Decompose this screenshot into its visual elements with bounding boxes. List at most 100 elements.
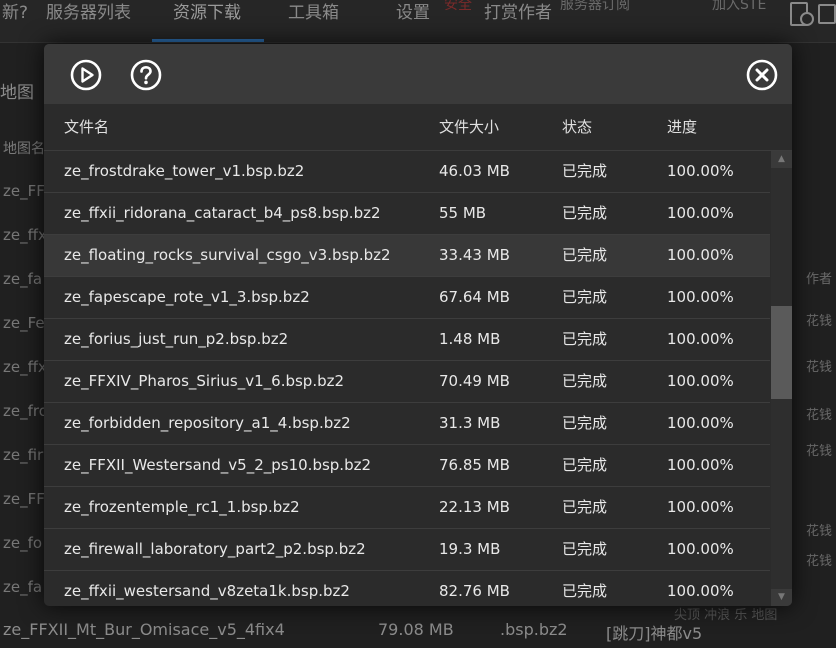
bg-bottom-map-desc: [跳刀]神都v5 [606, 624, 703, 643]
scrollbar-track[interactable] [771, 168, 792, 589]
download-status: 已完成 [562, 540, 608, 558]
tab-settings[interactable]: 设置 [396, 0, 430, 40]
download-progress: 100.00% [667, 372, 734, 390]
download-table-body[interactable]: ze_frostdrake_tower_v1.bsp.bz2 46.03 MB … [44, 151, 770, 606]
bg-bottom-map-size: 79.08 MB [378, 620, 454, 639]
red-label-fragment: 安全 [444, 0, 472, 13]
vertical-scrollbar[interactable]: ▲ ▼ [771, 151, 792, 606]
tab-server-list[interactable]: 服务器列表 [46, 0, 131, 40]
file-name: ze_forius_just_run_p2.bsp.bz2 [64, 330, 289, 348]
bg-desc-fragment: 花钱 [806, 554, 833, 569]
bg-desc-fragment: 花钱 [806, 314, 833, 329]
tab-toolbox[interactable]: 工具箱 [288, 0, 339, 40]
dialog-toolbar [44, 44, 792, 104]
scrollbar-thumb[interactable] [771, 306, 792, 399]
scroll-up-arrow-icon[interactable]: ▲ [771, 151, 792, 168]
bg-desc-fragment: 花钱 [806, 524, 833, 539]
bg-map-row[interactable]: ze_fa [3, 270, 42, 288]
download-status: 已完成 [562, 246, 608, 264]
file-size: 19.3 MB [439, 540, 501, 558]
close-circle-icon[interactable] [746, 59, 778, 91]
bg-map-row[interactable]: ze_Fe [3, 314, 45, 332]
table-header: 文件名 文件大小 状态 进度 [44, 104, 792, 151]
bg-map-row[interactable]: ze_FF [3, 182, 45, 200]
download-progress: 100.00% [667, 456, 734, 474]
table-row[interactable]: ze_fapescape_rote_v1_3.bsp.bz2 67.64 MB … [44, 277, 770, 319]
file-size: 67.64 MB [439, 288, 510, 306]
download-progress: 100.00% [667, 204, 734, 222]
file-size: 1.48 MB [439, 330, 501, 348]
join-steam-fragment[interactable]: 加入STE [712, 0, 766, 14]
download-progress: 100.00% [667, 498, 734, 516]
column-header-progress[interactable]: 进度 [667, 104, 697, 150]
table-row[interactable]: ze_ffxii_ridorana_cataract_b4_ps8.bsp.bz… [44, 193, 770, 235]
download-status: 已完成 [562, 498, 608, 516]
download-status: 已完成 [562, 456, 608, 474]
table-row-partial[interactable]: ze_ffxii_westersand_v8zeta1k.bsp.bz2 82.… [44, 571, 770, 606]
file-name: ze_frostdrake_tower_v1.bsp.bz2 [64, 162, 305, 180]
download-progress: 100.00% [667, 330, 734, 348]
download-progress: 100.00% [667, 414, 734, 432]
bg-desc-fragment: 花钱 [806, 408, 833, 423]
file-size: 70.49 MB [439, 372, 510, 390]
file-size: 46.03 MB [439, 162, 510, 180]
play-circle-icon[interactable] [70, 59, 102, 91]
map-section-title: 地图 [0, 83, 34, 103]
download-progress: 100.00% [667, 582, 734, 600]
file-size: 22.13 MB [439, 498, 510, 516]
table-row[interactable]: ze_FFXII_Westersand_v5_2_ps10.bsp.bz2 76… [44, 445, 770, 487]
download-progress: 100.00% [667, 288, 734, 306]
file-name: ze_firewall_laboratory_part2_p2.bsp.bz2 [64, 540, 366, 558]
file-name: ze_ffxii_ridorana_cataract_b4_ps8.bsp.bz… [64, 204, 381, 222]
column-header-status[interactable]: 状态 [562, 104, 592, 150]
top-navigation-bar: 新? 服务器列表 资源下载 工具箱 安全 设置 打赏作者 服务器订阅 加入STE [0, 0, 836, 43]
file-size: 76.85 MB [439, 456, 510, 474]
bg-map-row[interactable]: ze_fro [3, 402, 48, 420]
bg-desc-fragment: 花钱 [806, 360, 833, 375]
bg-author-fragment: 作者 [806, 272, 833, 287]
bg-bottom-map-ext: .bsp.bz2 [500, 620, 568, 639]
file-size: 33.43 MB [439, 246, 510, 264]
bg-map-row[interactable]: ze_fa [3, 578, 42, 596]
file-name: ze_fapescape_rote_v1_3.bsp.bz2 [64, 288, 310, 306]
table-row[interactable]: ze_frozentemple_rc1_1.bsp.bz2 22.13 MB 已… [44, 487, 770, 529]
table-row[interactable]: ze_frostdrake_tower_v1.bsp.bz2 46.03 MB … [44, 151, 770, 193]
download-list-dialog: 文件名 文件大小 状态 进度 ze_frostdrake_tower_v1.bs… [44, 44, 792, 606]
subscription-fragment: 服务器订阅 [560, 0, 630, 13]
bg-map-row[interactable]: ze_ffx [3, 358, 47, 376]
table-row[interactable]: ze_forius_just_run_p2.bsp.bz2 1.48 MB 已完… [44, 319, 770, 361]
bg-map-row[interactable]: ze_fir [3, 446, 43, 464]
download-status: 已完成 [562, 330, 608, 348]
help-circle-icon[interactable] [130, 59, 162, 91]
active-tab-indicator [152, 39, 264, 42]
file-size: 82.76 MB [439, 582, 510, 600]
bg-bottom-map-name[interactable]: ze_FFXII_Mt_Bur_Omisace_v5_4fix4 [3, 620, 285, 639]
file-name: ze_floating_rocks_survival_csgo_v3.bsp.b… [64, 246, 391, 264]
column-header-filesize[interactable]: 文件大小 [439, 104, 499, 150]
file-name: ze_ffxii_westersand_v8zeta1k.bsp.bz2 [64, 582, 350, 600]
table-row[interactable]: ze_forbidden_repository_a1_4.bsp.bz2 31.… [44, 403, 770, 445]
download-progress: 100.00% [667, 246, 734, 264]
bg-map-row[interactable]: ze_ffx [3, 226, 47, 244]
map-name-column-header: 地图名 [3, 141, 45, 157]
table-row-hovered[interactable]: ze_floating_rocks_survival_csgo_v3.bsp.b… [44, 235, 770, 277]
scroll-down-arrow-icon[interactable]: ▼ [771, 589, 792, 606]
tab-donate[interactable]: 打赏作者 [484, 0, 552, 40]
file-name: ze_FFXIV_Pharos_Sirius_v1_6.bsp.bz2 [64, 372, 345, 390]
file-name: ze_FFXII_Westersand_v5_2_ps10.bsp.bz2 [64, 456, 372, 474]
window-icon[interactable] [818, 4, 836, 24]
table-row[interactable]: ze_firewall_laboratory_part2_p2.bsp.bz2 … [44, 529, 770, 571]
download-status: 已完成 [562, 162, 608, 180]
gear-icon[interactable] [800, 12, 814, 26]
file-size: 55 MB [439, 204, 487, 222]
bg-desc-fragment: 花钱 [806, 444, 833, 459]
download-progress: 100.00% [667, 162, 734, 180]
column-header-filename[interactable]: 文件名 [64, 104, 109, 150]
table-row[interactable]: ze_FFXIV_Pharos_Sirius_v1_6.bsp.bz2 70.4… [44, 361, 770, 403]
download-progress: 100.00% [667, 540, 734, 558]
bg-map-row[interactable]: ze_fo [3, 534, 42, 552]
bg-map-row[interactable]: ze_FF [3, 490, 45, 508]
download-status: 已完成 [562, 204, 608, 222]
tab-new[interactable]: 新? [2, 0, 28, 40]
tab-resource-download[interactable]: 资源下载 [173, 0, 241, 40]
